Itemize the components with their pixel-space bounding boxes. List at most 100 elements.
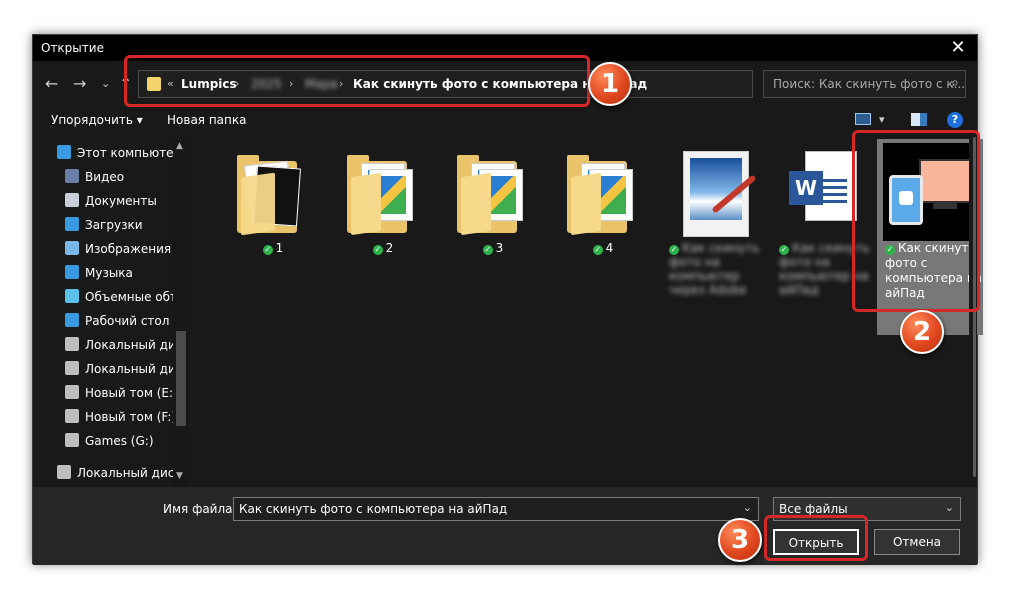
sidebar-item-label: Новый том (F:): [85, 410, 173, 424]
chevron-down-icon[interactable]: ⌄: [945, 501, 954, 514]
step-marker-3: 3: [718, 518, 762, 562]
sidebar-item[interactable]: Загрузки: [33, 213, 173, 237]
file-name: Как скинуть фото на компьютер через Adob…: [669, 241, 760, 297]
folder-item-2[interactable]: ✓ 2: [333, 145, 433, 315]
sidebar-item-label: Изображения: [85, 242, 172, 256]
open-button[interactable]: Открыть: [773, 529, 859, 555]
sidebar-item-label: Загрузки: [85, 218, 143, 232]
organize-button[interactable]: Упорядочить ▾: [51, 113, 143, 127]
view-options-icon[interactable]: [855, 113, 871, 125]
image-paint-icon: [677, 151, 757, 237]
folder-icon: [237, 151, 313, 237]
preview-pane-icon[interactable]: [911, 113, 927, 126]
view-dropdown-icon[interactable]: ▾: [879, 113, 885, 126]
breadcrumb-overflow-icon[interactable]: «: [167, 77, 174, 90]
file-name: Как скинуть фото на компьютер на айПад: [779, 241, 870, 297]
open-file-dialog: Открытие ✕ ← → ⌄ ↑ « Lumpics › 2025 › Ма…: [32, 34, 983, 565]
scrollbar-thumb[interactable]: [176, 331, 186, 426]
pictures-icon: [65, 241, 79, 255]
filename-value: Как скинуть фото с компьютера на айПад: [239, 502, 508, 516]
sidebar-item[interactable]: Games (G:): [33, 429, 173, 453]
sync-check-icon: ✓: [669, 245, 679, 255]
sidebar-item[interactable]: Рабочий стол: [33, 309, 173, 333]
sidebar-item[interactable]: Видео: [33, 165, 173, 189]
sidebar-item-label: Рабочий стол: [85, 314, 170, 328]
breadcrumb-chevron-icon: ›: [289, 77, 294, 90]
breadcrumb-blurred-1[interactable]: 2025: [251, 77, 282, 91]
filename-label: Имя файла:: [163, 502, 237, 516]
file-type-select[interactable]: Все файлы ⌄: [773, 497, 961, 521]
sidebar-item[interactable]: Локальный диск: [33, 461, 173, 485]
back-arrow-icon[interactable]: ←: [45, 74, 58, 93]
toolbar: Упорядочить ▾ Новая папка ▾ ?: [33, 107, 977, 135]
word-file-item[interactable]: W ✓ Как скинуть фото на компьютер на айПа…: [773, 145, 873, 315]
sidebar-item[interactable]: Этот компьютер: [33, 141, 173, 165]
computer-icon: [57, 145, 71, 159]
image-file-item[interactable]: ✓ Как скинуть фото на компьютер через Ado…: [663, 145, 763, 315]
file-name: 3: [495, 241, 504, 255]
folder-item-4[interactable]: ✓ 4: [553, 145, 653, 315]
sync-check-icon: ✓: [262, 245, 273, 255]
sidebar-item-label: Локальный дис: [85, 338, 173, 352]
recent-locations-chevron-icon[interactable]: ⌄: [101, 77, 110, 90]
sidebar-item[interactable]: Новый том (E:): [33, 381, 173, 405]
close-icon[interactable]: ✕: [947, 37, 969, 58]
address-bar[interactable]: « Lumpics › 2025 › Мара › Как скинуть фо…: [138, 70, 847, 98]
breadcrumb-lumpics[interactable]: Lumpics: [181, 77, 237, 91]
folder-item-1[interactable]: ✓ 1: [223, 145, 323, 315]
forward-arrow-icon[interactable]: →: [73, 74, 86, 93]
folder-icon: [567, 151, 643, 237]
cancel-button[interactable]: Отмена: [874, 529, 960, 555]
scrollbar-thumb[interactable]: [973, 137, 976, 477]
sidebar-item-label: Документы: [85, 194, 157, 208]
sidebar-item-label: Новый том (E:): [85, 386, 173, 400]
folder-icon: [147, 77, 161, 91]
sidebar-item-label: Локальный диск: [77, 466, 173, 480]
new-folder-button[interactable]: Новая папка: [167, 113, 246, 127]
word-document-icon: W: [787, 151, 863, 237]
chevron-down-icon[interactable]: ⌄: [743, 501, 752, 514]
downloads-icon: [65, 217, 79, 231]
scroll-down-icon[interactable]: ▼: [176, 471, 183, 481]
file-list: ✓ 1 ✓ 2 ✓ 3 ✓ 4 ✓ Как скинуть фото на ко…: [193, 137, 983, 487]
step-marker-2: 2: [900, 310, 944, 354]
documents-icon: [65, 193, 79, 207]
sync-check-icon: ✓: [372, 245, 383, 255]
sidebar-item[interactable]: Документы: [33, 189, 173, 213]
sidebar-item-label: Локальный дис: [85, 362, 173, 376]
drive-icon: [65, 385, 79, 399]
breadcrumb-blurred-2[interactable]: Мара: [305, 77, 338, 91]
up-arrow-icon[interactable]: ↑: [119, 74, 132, 93]
sync-check-icon: ✓: [885, 245, 895, 255]
folder-icon: [457, 151, 533, 237]
sidebar-item[interactable]: Музыка: [33, 261, 173, 285]
search-icon[interactable]: ⌕: [951, 75, 959, 91]
sidebar-item[interactable]: Локальный дис: [33, 357, 173, 381]
help-icon[interactable]: ?: [947, 112, 963, 128]
sidebar-item[interactable]: Объемные объ: [33, 285, 173, 309]
file-name: 2: [385, 241, 394, 255]
file-type-value: Все файлы: [779, 502, 848, 516]
search-input[interactable]: Поиск: Как скинуть фото с к... ⌕: [763, 70, 966, 98]
image-thumbnail: [883, 143, 977, 241]
sidebar-item-label: Games (G:): [85, 434, 154, 448]
sidebar-scrollbar[interactable]: ▲ ▼: [173, 141, 189, 487]
sync-check-icon: ✓: [592, 245, 603, 255]
music-icon: [65, 265, 79, 279]
drive-icon: [65, 409, 79, 423]
scroll-up-icon[interactable]: ▲: [176, 141, 183, 151]
filename-input[interactable]: Как скинуть фото с компьютера на айПад ⌄: [233, 497, 759, 521]
sidebar-item[interactable]: Новый том (F:): [33, 405, 173, 429]
sidebar-item[interactable]: Изображения: [33, 237, 173, 261]
dialog-title: Открытие: [41, 41, 104, 55]
3d-objects-icon: [65, 289, 79, 303]
file-name: 4: [605, 241, 614, 255]
title-bar: Открытие ✕: [33, 35, 977, 61]
folder-item-3[interactable]: ✓ 3: [443, 145, 543, 315]
file-list-scrollbar[interactable]: [969, 137, 977, 487]
search-placeholder: Поиск: Как скинуть фото с к...: [773, 77, 966, 91]
selected-image-file-item[interactable]: ✓ Как скинуть фото с компьютера на айПад: [877, 139, 983, 335]
sidebar-item[interactable]: Локальный дис: [33, 333, 173, 357]
drive-icon: [65, 433, 79, 447]
file-name: Как скинуть фото с компьютера на айПад: [885, 241, 983, 300]
